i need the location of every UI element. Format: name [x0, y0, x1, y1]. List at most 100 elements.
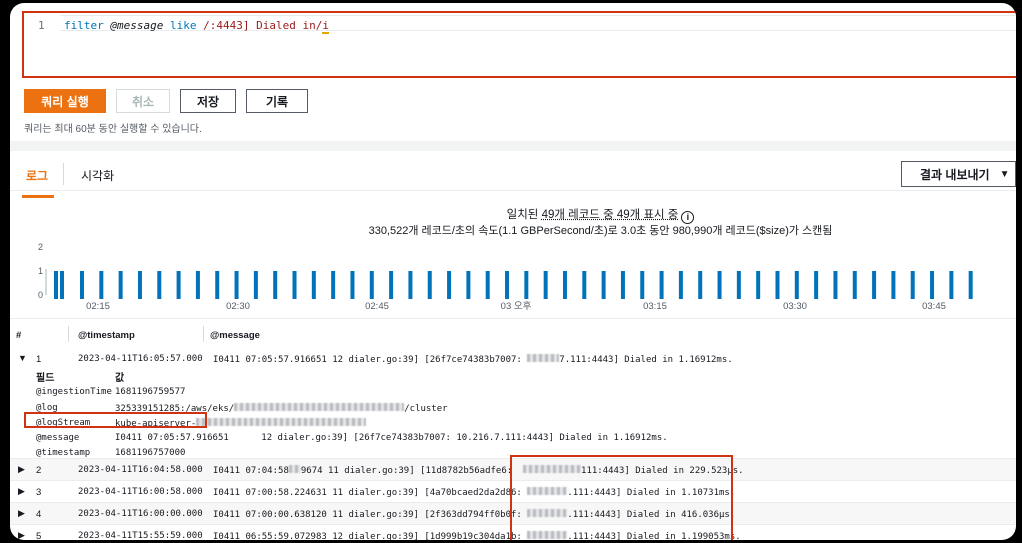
header-separator — [203, 326, 204, 342]
row-message: I0411 07:05:57.916651 12 dialer.go:39] [… — [213, 354, 733, 365]
scan-summary: 330,522개 레코드/초의 속도(1.1 GBPerSecond/초)로 3… — [368, 225, 833, 237]
value-header: 값 — [115, 373, 125, 384]
editor-gutter: 1 — [24, 13, 60, 76]
histogram-bar[interactable] — [234, 271, 239, 299]
histogram-bar[interactable] — [852, 271, 857, 299]
histogram-bar[interactable] — [775, 271, 780, 299]
header-message[interactable]: @message — [210, 330, 260, 341]
histogram-bar[interactable] — [640, 271, 645, 299]
histogram-bar[interactable] — [756, 271, 761, 299]
histogram-bar[interactable] — [814, 271, 819, 299]
histogram-bar[interactable] — [60, 271, 64, 299]
row-message-text: I0411 07:00:58.224631 11 dialer.go:39] [… — [213, 488, 522, 498]
field-key: @ingestionTime — [36, 387, 112, 397]
histogram-bar[interactable] — [99, 271, 104, 299]
field-value-tail: /cluster — [404, 404, 448, 414]
histogram-bar[interactable] — [350, 271, 355, 299]
collapse-triangle-icon[interactable]: ▼ — [18, 353, 27, 363]
histogram-bar[interactable] — [157, 271, 162, 299]
field-key: @timestamp — [36, 448, 91, 458]
run-query-button[interactable]: 쿼리 실행 — [24, 89, 106, 113]
field-key: @message — [36, 433, 80, 443]
header-timestamp[interactable]: @timestamp — [78, 330, 135, 341]
histogram-bar[interactable] — [54, 271, 58, 299]
histogram-bar[interactable] — [408, 271, 413, 299]
y-tick-label: 0 — [38, 290, 43, 300]
x-tick-label: 03 오후 — [501, 301, 532, 312]
header-hash: # — [16, 330, 22, 341]
histogram-bar[interactable] — [331, 271, 336, 299]
row-message-text: I0411 07:04:58 — [213, 466, 289, 476]
row-message-text: I0411 07:00:00.638120 11 dialer.go:39] [… — [213, 510, 522, 520]
history-button[interactable]: 기록 — [246, 89, 308, 113]
export-results-button[interactable]: 결과 내보내기 ▼ — [901, 161, 1016, 187]
histogram-bar[interactable] — [582, 271, 587, 299]
query-time-hint: 쿼리는 최대 60분 동안 실행할 수 있습니다. — [24, 124, 202, 135]
histogram-bar[interactable] — [118, 271, 123, 299]
histogram-bar[interactable] — [215, 271, 220, 299]
histogram-bar[interactable] — [562, 271, 567, 299]
tab-visualize[interactable]: 시각화 — [81, 167, 114, 184]
row-number: 2 — [36, 465, 42, 476]
expand-triangle-icon[interactable]: ▶ — [18, 464, 25, 475]
histogram-bar[interactable] — [891, 271, 896, 299]
summary-count: 49개 레코드 중 49개 표시 중 — [541, 209, 679, 221]
histogram-bar[interactable] — [717, 271, 722, 299]
y-tick-label: 2 — [38, 242, 43, 252]
expand-triangle-icon[interactable]: ▶ — [18, 530, 25, 540]
cancel-button[interactable]: 취소 — [116, 89, 170, 113]
histogram-bar[interactable] — [485, 271, 490, 299]
redacted-blur — [527, 354, 560, 362]
x-tick-label: 02:15 — [86, 301, 110, 312]
histogram-bar[interactable] — [427, 271, 432, 299]
row-timestamp: 2023-04-11T16:00:00.000 — [78, 509, 203, 519]
histogram-bar[interactable] — [195, 271, 200, 299]
header-separator — [68, 326, 69, 342]
histogram-bar[interactable] — [369, 271, 374, 299]
histogram-bar[interactable] — [601, 271, 606, 299]
query-editor[interactable]: 1 filter @message like /:4443] Dialed in… — [22, 11, 1016, 78]
redacted-blur — [288, 465, 301, 473]
histogram-bar[interactable] — [930, 271, 935, 299]
expand-triangle-icon[interactable]: ▶ — [18, 486, 25, 497]
histogram-bar[interactable] — [466, 271, 471, 299]
histogram-bar[interactable] — [968, 271, 973, 299]
code-command: filter — [64, 19, 104, 32]
histogram-bar[interactable] — [253, 271, 258, 299]
histogram-bar[interactable] — [833, 271, 838, 299]
histogram-bar[interactable] — [910, 271, 915, 299]
row-message-tail: 7.111:4443] Dialed in 1.16912ms. — [559, 355, 733, 365]
histogram-bar[interactable] — [620, 271, 625, 299]
code-pattern: /:4443] Dialed in/ — [203, 19, 323, 32]
histogram-bar[interactable] — [872, 271, 877, 299]
histogram-bar[interactable] — [137, 271, 142, 299]
histogram-bar[interactable] — [736, 271, 741, 299]
histogram-bar[interactable] — [389, 271, 394, 299]
histogram-bar[interactable] — [80, 271, 84, 299]
histogram-bar[interactable] — [698, 271, 703, 299]
expand-triangle-icon[interactable]: ▶ — [18, 508, 25, 519]
row-timestamp: 2023-04-11T16:00:58.000 — [78, 487, 203, 497]
histogram-divider — [10, 318, 1016, 319]
histogram-bar[interactable] — [447, 271, 452, 299]
histogram-bar[interactable] — [678, 271, 683, 299]
code-flag: i — [322, 19, 329, 34]
tab-logs[interactable]: 로그 — [21, 167, 55, 198]
row-number: 4 — [36, 509, 42, 520]
histogram-bar[interactable] — [273, 271, 278, 299]
histogram-bar[interactable] — [524, 271, 529, 299]
histogram-bar[interactable] — [311, 271, 316, 299]
histogram-bar[interactable] — [176, 271, 181, 299]
query-code[interactable]: filter @message like /:4443] Dialed in/i — [64, 19, 329, 34]
histogram-bar[interactable] — [794, 271, 799, 299]
row-message-text: I0411 06:55:59.072983 12 dialer.go:39] [… — [213, 532, 522, 540]
histogram-bar[interactable] — [659, 271, 664, 299]
x-tick-label: 03:30 — [783, 301, 807, 312]
line-number: 1 — [38, 19, 45, 32]
histogram-bar[interactable] — [505, 271, 510, 299]
histogram-bar[interactable] — [949, 271, 954, 299]
save-button[interactable]: 저장 — [180, 89, 236, 113]
row-timestamp: 2023-04-11T16:05:57.000 — [78, 354, 203, 364]
histogram-bar[interactable] — [543, 271, 548, 299]
histogram-bar[interactable] — [292, 271, 297, 299]
